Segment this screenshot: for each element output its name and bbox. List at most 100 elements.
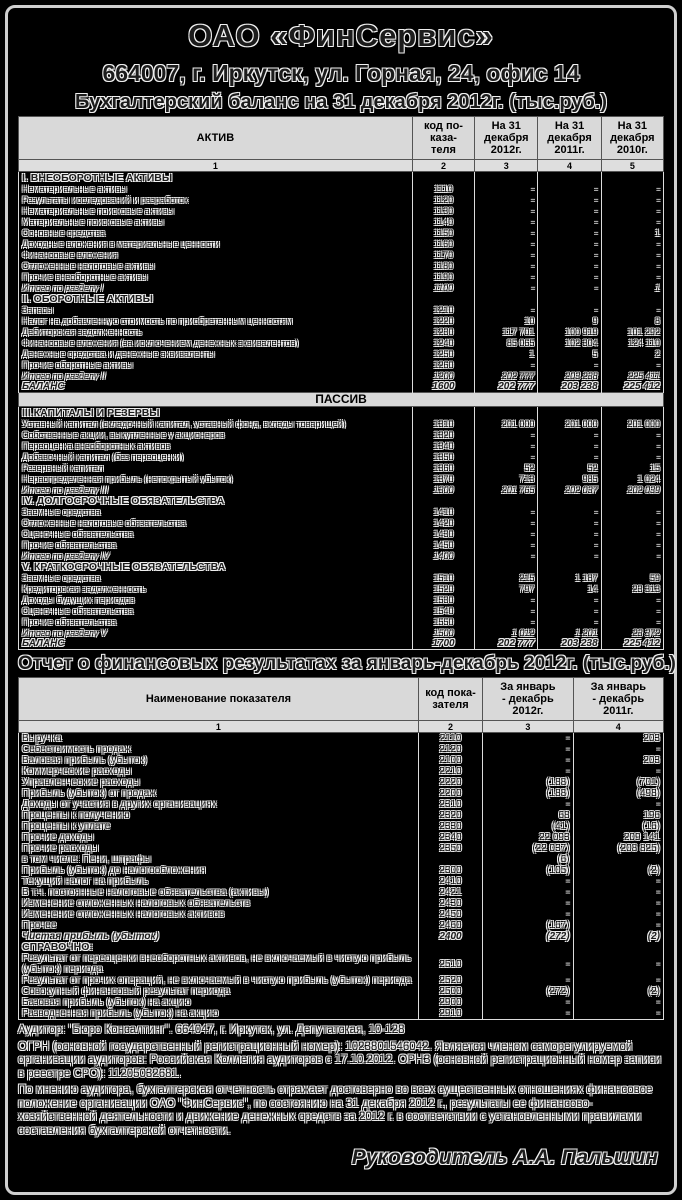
value-2012-cell: - — [475, 451, 538, 462]
value-2012-cell: - — [475, 506, 538, 517]
code-cell: 1350 — [412, 451, 474, 462]
value-2012-cell: 68 — [483, 810, 573, 821]
code-cell: 1160 — [412, 238, 474, 249]
value-2012-cell: - — [475, 260, 538, 271]
table-row: Прочие оборотные активы 1260 - - - — [19, 359, 664, 370]
value-2012-cell: - — [475, 539, 538, 550]
indicator-name-cell: Финансовые вложения (за исключением дене… — [19, 337, 413, 348]
column-number: 1 — [19, 721, 419, 733]
indicator-name-cell: Результат от переоценки внеоборотных акт… — [19, 953, 419, 975]
value-2011-cell: - — [538, 616, 601, 627]
value-2011-cell: - — [538, 359, 601, 370]
table-row: Проценты к уплате 2330 (41) (16) — [19, 821, 664, 832]
column-header-2011: За январь - декабрь 2011г. — [573, 678, 663, 721]
value-2010-cell: 225 411 — [601, 370, 663, 381]
table-row: Собственные акции, выкупленные у акционе… — [19, 429, 664, 440]
value-2012-cell: - — [475, 183, 538, 194]
document-page: ОАО «ФинСервис» 664007, г. Иркутск, ул. … — [0, 0, 682, 1200]
indicator-name-cell: Проценты к получению — [19, 810, 419, 821]
indicator-name-cell: Нераспределенная прибыль (непокрытый убы… — [19, 473, 413, 484]
table-row: Изменение отложенных налоговых обязатель… — [19, 898, 664, 909]
code-cell: 2120 — [418, 744, 482, 755]
value-2010-cell: - — [601, 205, 663, 216]
code-cell: 2340 — [418, 832, 482, 843]
value-2012-cell: - — [475, 205, 538, 216]
value-2012-cell: 52 — [475, 462, 538, 473]
code-cell: 2310 — [418, 799, 482, 810]
value-2012-cell: 713 — [475, 473, 538, 484]
company-title: ОАО «ФинСервис» — [18, 18, 664, 54]
value-2012-cell: 117 701 — [475, 326, 538, 337]
table-row: Переоценка внеоборотных активов 1340 - -… — [19, 440, 664, 451]
code-cell: 2110 — [418, 733, 482, 745]
value-2010-cell: 59 — [601, 572, 663, 583]
indicator-name-cell: Добавочный капитал (без переоценки) — [19, 451, 413, 462]
value-2011-cell: (2) — [573, 931, 663, 942]
indicator-name-cell: Итого по разделу I — [19, 282, 413, 293]
indicator-name-cell: БАЛАНС — [19, 381, 413, 393]
value-2012-cell: (6) — [483, 854, 573, 865]
director-signature: Руководитель А.А. Пальшин — [18, 1146, 664, 1170]
value-2010-cell: - — [601, 539, 663, 550]
value-2011-cell: (498) — [573, 788, 663, 799]
value-2012-cell: - — [483, 898, 573, 909]
value-2012-cell: 797 — [475, 583, 538, 594]
value-2011-cell: - — [573, 920, 663, 931]
table-row: Денежные средства и денежные эквиваленты… — [19, 348, 664, 359]
value-2010-cell: 15 — [601, 462, 663, 473]
value-2012-cell — [475, 495, 538, 506]
code-cell: 2421 — [418, 887, 482, 898]
column-header-code: код пока- зателя — [418, 678, 482, 721]
balance-sheet-title: Бухгалтерский баланс на 31 декабря 2012г… — [18, 91, 664, 114]
indicator-name-cell: I. ВНЕОБОРОТНЫЕ АКТИВЫ — [19, 172, 413, 184]
table-row: Доходы от участия в других организациях … — [19, 799, 664, 810]
indicator-name-cell: Нематериальные активы — [19, 183, 413, 194]
indicator-name-cell: Собственные акции, выкупленные у акционе… — [19, 429, 413, 440]
indicator-name-cell: Разводненная прибыль (убыток) на акцию — [19, 1008, 419, 1020]
indicator-name-cell: Результат от прочих операций, не включае… — [19, 975, 419, 986]
indicator-name-cell: V. КРАТКОСРОЧНЫЕ ОБЯЗАТЕЛЬСТВА — [19, 561, 413, 572]
passiv-band-label: ПАССИВ — [19, 393, 664, 407]
footer-notes: Аудитор: "Бюро Консалтинг". 664047, г. И… — [18, 1024, 664, 1138]
value-2012-cell — [483, 942, 573, 953]
value-2011-cell: 203 — [573, 733, 663, 745]
table-row: Итого по разделу II 1200 202 777 203 238… — [19, 370, 664, 381]
value-2010-cell: - — [601, 216, 663, 227]
value-2012-cell — [475, 561, 538, 572]
column-header-2011: На 31 декабря 2011г. — [538, 117, 601, 160]
code-cell: 1130 — [412, 205, 474, 216]
code-cell: 2210 — [418, 766, 482, 777]
table-row: Проценты к получению 2320 68 196 — [19, 810, 664, 821]
value-2011-cell: - — [538, 260, 601, 271]
code-cell — [418, 942, 482, 953]
value-2011-cell: - — [538, 429, 601, 440]
value-2011-cell: - — [573, 799, 663, 810]
value-2010-cell: 101 292 — [601, 326, 663, 337]
value-2012-cell: - — [483, 1008, 573, 1020]
code-cell: 1320 — [412, 429, 474, 440]
table-row: Итого по разделу III 1300 201 765 202 03… — [19, 484, 664, 495]
value-2011-cell: 100 919 — [538, 326, 601, 337]
company-address: 664007, г. Иркутск, ул. Горная, 24, офис… — [18, 60, 664, 87]
value-2011-cell: - — [573, 1008, 663, 1020]
value-2011-cell: - — [573, 876, 663, 887]
value-2011-cell — [538, 561, 601, 572]
column-header-indicator: Наименование показателя — [19, 678, 419, 721]
value-2012-cell: (272) — [483, 931, 573, 942]
indicator-name-cell: Оценочные обязательства — [19, 605, 413, 616]
value-2011-cell: 1 187 — [538, 572, 601, 583]
value-2010-cell: - — [601, 429, 663, 440]
indicator-name-cell: СПРАВОЧНО: — [19, 942, 419, 953]
code-cell: 1410 — [412, 506, 474, 517]
code-cell: 2500 — [418, 986, 482, 997]
table-row: Результаты исследований и разработок 112… — [19, 194, 664, 205]
code-cell: 2410 — [418, 876, 482, 887]
indicator-name-cell: Валовая прибыль (убыток) — [19, 755, 419, 766]
column-number: 2 — [412, 160, 474, 172]
table-row: Прибыль (убыток) до налогообложения 2300… — [19, 865, 664, 876]
value-2011-cell: - — [538, 183, 601, 194]
indicator-name-cell: Дебиторская задолженность — [19, 326, 413, 337]
value-2011-cell: - — [573, 744, 663, 755]
indicator-name-cell: Заемные средства — [19, 572, 413, 583]
value-2011-cell: (16) — [573, 821, 663, 832]
